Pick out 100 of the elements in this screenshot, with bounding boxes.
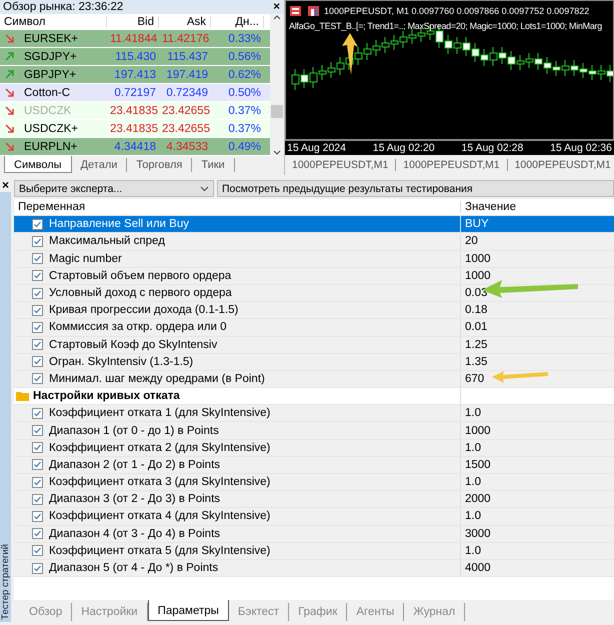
checkbox[interactable] <box>32 356 43 368</box>
parameter-row[interactable]: Диапазон 4 (от 3 - До 4) в Points 3000 <box>14 526 614 543</box>
scrollbar[interactable] <box>270 14 284 156</box>
tab[interactable]: 1000PEPEUSDT,M1 <box>285 159 396 171</box>
checkbox[interactable] <box>32 304 43 316</box>
parameter-value[interactable]: 1.0 <box>460 542 614 559</box>
parameter-value[interactable]: 0.18 <box>460 302 614 318</box>
checkbox[interactable] <box>32 545 43 556</box>
daily-change: 0.49% <box>227 140 262 153</box>
daily-change: 0.50% <box>227 86 262 99</box>
checkbox[interactable] <box>32 288 43 299</box>
parameter-row[interactable]: Минимал. шаг между оредрами (в Point) 670 <box>14 370 614 388</box>
symbol-row[interactable]: SGDJPY+ 115.430 115.437 0.56% <box>0 48 270 66</box>
scroll-thumb[interactable] <box>271 104 283 118</box>
tab[interactable]: 1000PEPEUSDT,M1 <box>508 159 614 171</box>
daily-change: 0.56% <box>227 50 262 63</box>
parameter-row[interactable]: Коэффициент отката 5 (для SkyIntensive) 1.0 <box>14 542 614 560</box>
parameter-row[interactable]: Диапазон 2 (от 1 - До 2) в Points 1500 <box>14 456 614 474</box>
chart-icon <box>290 6 320 16</box>
parameter-value[interactable]: 3000 <box>460 526 614 542</box>
parameter-value[interactable]: 20 <box>460 233 614 250</box>
parameter-value[interactable]: 1.0 <box>460 405 614 422</box>
column-header[interactable]: Дн... <box>211 16 264 28</box>
checkbox[interactable] <box>32 528 43 540</box>
checkbox[interactable] <box>32 408 43 419</box>
parameter-value[interactable]: 1000 <box>460 422 614 439</box>
parameter-value[interactable]: 1500 <box>460 456 614 473</box>
parameter-row[interactable]: Magic number 1000 <box>14 250 614 268</box>
daily-change: 0.62% <box>227 68 262 81</box>
ask-price: 11.42176 <box>161 32 210 45</box>
column-header[interactable]: Переменная <box>14 201 460 214</box>
symbol-row[interactable]: Cotton-C 0.72197 0.72349 0.50% <box>0 84 270 102</box>
parameter-value[interactable]: BUY <box>460 216 614 232</box>
parameter-row[interactable]: Коэффициент отката 2 (для SkyIntensive) 1.0 <box>14 440 614 457</box>
tab[interactable]: Параметры <box>148 600 229 621</box>
parameter-row[interactable]: Стартовый объем первого ордера 1000 <box>14 268 614 285</box>
parameter-value[interactable]: 0.01 <box>460 319 614 336</box>
checkbox[interactable] <box>32 339 43 350</box>
symbol-row[interactable]: USDCZK+ 23.41835 23.42655 0.37% <box>0 120 270 138</box>
parameter-value[interactable]: 2000 <box>460 491 614 508</box>
ask-price: 23.42655 <box>161 122 211 135</box>
parameter-value[interactable]: 1.35 <box>460 354 614 370</box>
parameter-value[interactable]: 1000 <box>460 250 614 267</box>
parameter-row[interactable]: Диапазон 5 (от 4 - До *) в Points 4000 <box>14 560 614 578</box>
parameter-name: Максимальный спред <box>49 235 165 248</box>
parameter-row[interactable]: Коммиссия за откр. ордера или 0 0.01 <box>14 319 614 336</box>
parameter-value[interactable]: 1.25 <box>460 336 614 353</box>
checkbox[interactable] <box>32 253 43 264</box>
tab[interactable]: Детали <box>72 158 128 172</box>
parameter-row[interactable]: Стартовый Коэф до SkyIntensiv 1.25 <box>14 336 614 354</box>
scroll-down-icon[interactable] <box>273 150 281 156</box>
close-button[interactable]: × <box>273 1 280 14</box>
column-header[interactable]: Значение <box>460 201 614 214</box>
checkbox[interactable] <box>32 373 43 384</box>
parameter-name: Диапазон 1 (от 0 - до 1) в Points <box>49 424 219 437</box>
checkbox[interactable] <box>32 562 43 574</box>
close-button[interactable]: × <box>0 178 12 192</box>
bid-price: 0.72197 <box>113 86 157 99</box>
parameter-value[interactable]: 1.0 <box>460 474 614 490</box>
dropdown-caret-icon[interactable] <box>200 186 209 192</box>
ask-price: 197.419 <box>165 68 209 81</box>
checkbox[interactable] <box>32 459 43 470</box>
parameter-name: Коэффициент отката 4 (для SkyIntensive) <box>49 510 270 522</box>
parameter-row[interactable]: Максимальный спред 20 <box>14 233 614 251</box>
symbol-row[interactable]: EURSEK+ 11.41844 11.42176 0.33% <box>0 30 270 48</box>
column-header[interactable]: Символ <box>0 16 107 28</box>
checkbox[interactable] <box>32 270 43 282</box>
parameter-name: Коэффициент отката 1 (для SkyIntensive) <box>49 407 270 420</box>
history-button[interactable]: Посмотреть предыдущие результаты тестирования <box>217 180 614 197</box>
parameter-value[interactable]: 1.0 <box>460 508 614 525</box>
parameter-row[interactable]: Огран. SkyIntensiv (1.3-1.5) 1.35 <box>14 354 614 371</box>
expert-dropdown[interactable]: Выберите эксперта... <box>14 180 214 197</box>
parameter-value[interactable]: 1.0 <box>460 440 614 456</box>
parameter-row[interactable]: Коэффициент отката 4 (для SkyIntensive) 1.0 <box>14 508 614 526</box>
parameter-row[interactable]: Диапазон 1 (от 0 - до 1) в Points 1000 <box>14 422 614 440</box>
checkbox[interactable] <box>32 442 43 454</box>
parameter-row[interactable]: Кривая прогрессии дохода (0.1-1.5) 0.18 <box>14 302 614 320</box>
tab[interactable]: Символы <box>4 156 72 174</box>
scroll-up-icon[interactable] <box>273 14 281 20</box>
ask-price: 115.437 <box>166 50 209 63</box>
parameter-value[interactable]: 4000 <box>460 560 614 576</box>
column-header[interactable]: Bid <box>107 16 159 28</box>
parameter-row[interactable]: Диапазон 3 (от 2 - До 3) в Points 2000 <box>14 491 614 508</box>
checkbox[interactable] <box>32 510 43 522</box>
checkbox[interactable] <box>32 218 43 230</box>
column-header[interactable]: Ask <box>159 16 211 28</box>
checkbox[interactable] <box>32 322 43 333</box>
checkbox[interactable] <box>32 425 43 436</box>
parameter-row[interactable]: Направление Sell или Buy BUY <box>14 216 614 234</box>
tab[interactable]: Тики <box>192 158 235 172</box>
checkbox[interactable] <box>32 236 43 247</box>
parameter-row[interactable]: Коэффициент отката 3 (для SkyIntensive) 1.0 <box>14 474 614 492</box>
tab[interactable]: 1000PEPEUSDT,M1 <box>396 159 508 171</box>
tab[interactable]: Торговля <box>127 158 192 172</box>
parameter-row[interactable]: Коэффициент отката 1 (для SkyIntensive) 1.0 <box>14 405 614 422</box>
checkbox[interactable] <box>32 494 43 505</box>
symbol-name: SGDJPY+ <box>23 50 78 63</box>
symbol-row[interactable]: GBPJPY+ 197.413 197.419 0.62% <box>0 66 270 84</box>
checkbox[interactable] <box>32 476 43 488</box>
symbol-row[interactable]: EURPLN+ 4.34418 4.34533 0.49% <box>0 138 270 156</box>
